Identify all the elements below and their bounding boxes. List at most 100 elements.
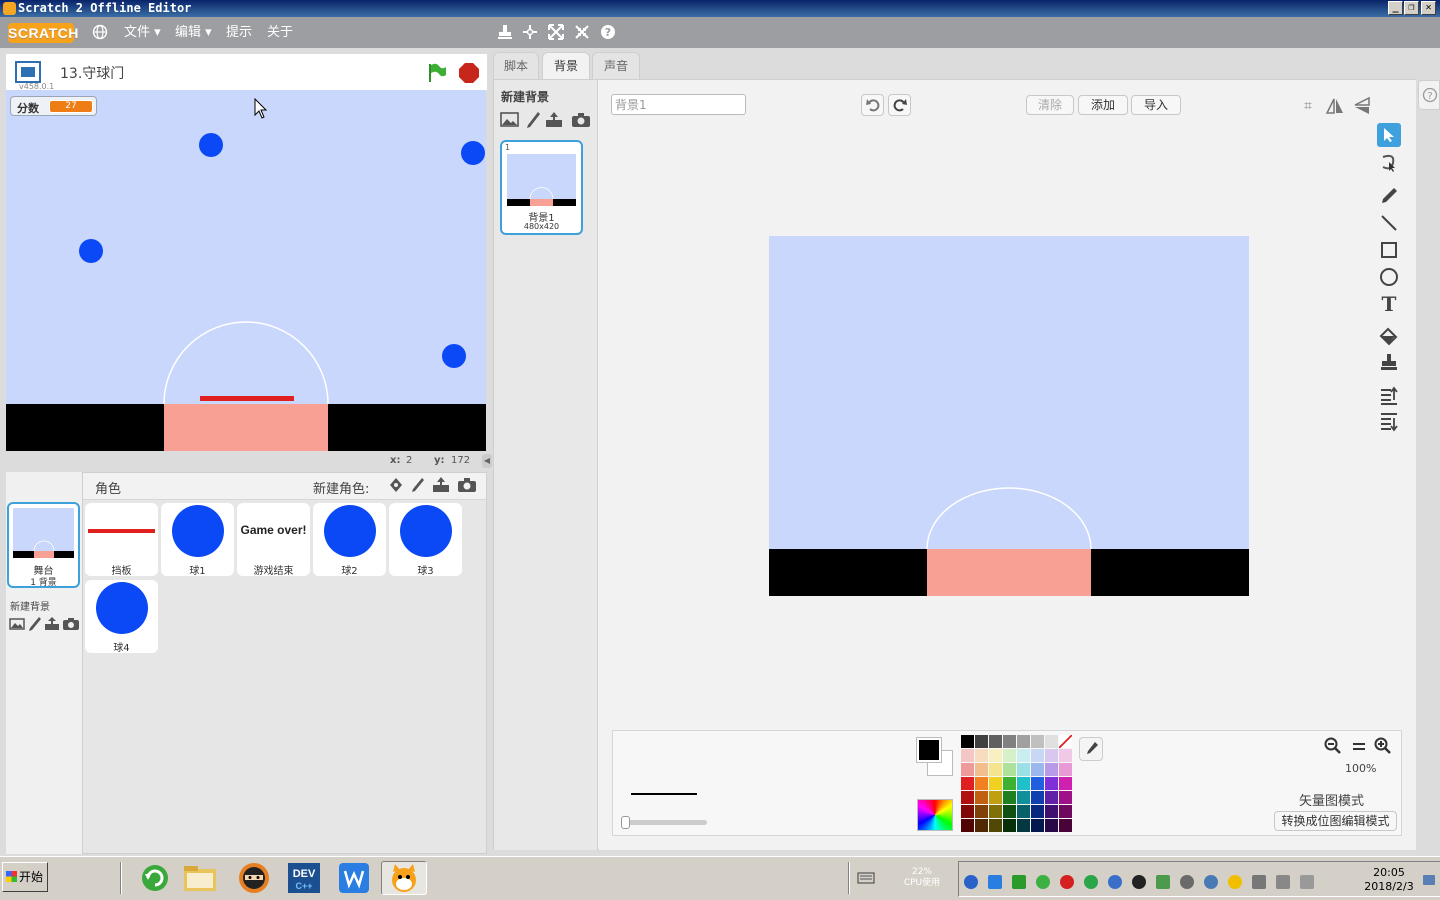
stroke-width-slider-thumb[interactable] xyxy=(621,816,630,829)
start-button[interactable]: 开始 xyxy=(2,862,48,892)
help-tab[interactable]: ? xyxy=(1418,80,1440,110)
camera-backdrop-icon[interactable] xyxy=(571,111,591,129)
upload-backdrop-icon[interactable] xyxy=(43,616,61,632)
reshape-tool-icon[interactable] xyxy=(1377,151,1401,175)
paint-canvas[interactable] xyxy=(769,236,1249,596)
palette-swatch[interactable] xyxy=(989,763,1002,776)
palette-swatch[interactable] xyxy=(1003,777,1016,790)
palette-swatch[interactable] xyxy=(961,735,974,748)
add-button[interactable]: 添加 xyxy=(1078,95,1128,115)
palette-swatch[interactable] xyxy=(961,805,974,818)
palette-swatch[interactable] xyxy=(961,791,974,804)
collapse-stage-icon[interactable]: ◀ xyxy=(482,454,492,468)
menu-file[interactable]: 文件 ▾ xyxy=(124,17,161,48)
palette-swatch[interactable] xyxy=(1003,749,1016,762)
zoom-reset-icon[interactable] xyxy=(1350,737,1368,755)
weather-tray-icon[interactable] xyxy=(1204,875,1218,889)
stage-thumbnail[interactable]: 舞台 1 背景 xyxy=(7,502,80,588)
palette-swatch[interactable] xyxy=(1045,805,1058,818)
choose-sprite-library-icon[interactable] xyxy=(387,476,405,494)
yellow-tray-icon[interactable] xyxy=(1228,875,1242,889)
keyboard-icon[interactable] xyxy=(857,871,875,885)
upload-sprite-icon[interactable] xyxy=(431,476,451,494)
volume-tray-icon[interactable] xyxy=(1300,875,1314,889)
undo-button[interactable] xyxy=(861,94,884,116)
palette-swatch[interactable] xyxy=(1003,735,1016,748)
sprite-card-ball-4[interactable]: 球4 xyxy=(85,580,158,654)
bring-forward-icon[interactable] xyxy=(1377,384,1401,408)
paint-new-backdrop-icon[interactable] xyxy=(27,616,43,632)
ellipse-tool-icon[interactable] xyxy=(1377,265,1401,289)
upload-backdrop-file-icon[interactable] xyxy=(544,111,564,129)
device-tray-icon[interactable] xyxy=(1276,875,1290,889)
crop-icon[interactable]: ⌗ xyxy=(1297,95,1319,117)
palette-swatch[interactable] xyxy=(1045,763,1058,776)
security-tray-icon[interactable] xyxy=(1156,875,1170,889)
menu-edit[interactable]: 编辑 ▾ xyxy=(175,17,212,48)
refresh-app-icon[interactable] xyxy=(135,861,177,895)
palette-swatch[interactable] xyxy=(1003,819,1016,832)
ninja-app-icon[interactable] xyxy=(234,861,276,895)
transparent-swatch[interactable] xyxy=(1059,735,1072,748)
dev-cpp-icon[interactable]: DEV C++ xyxy=(284,861,326,895)
sprite-card-paddle[interactable]: 挡板 xyxy=(85,503,158,577)
sprite-card-ball-1[interactable]: 球1 xyxy=(161,503,234,577)
minimize-button[interactable]: _ xyxy=(1388,1,1403,15)
paint-backdrop-icon[interactable] xyxy=(524,111,542,129)
palette-swatch[interactable] xyxy=(1031,735,1044,748)
redo-button[interactable] xyxy=(888,94,911,116)
duplicate-stamp-tool-icon[interactable] xyxy=(1377,350,1401,374)
clock[interactable]: 20:05 2018/2/3 xyxy=(1359,866,1419,894)
sprite-card-game-over[interactable]: Game over! 游戏结束 xyxy=(237,503,310,577)
palette-swatch[interactable] xyxy=(1031,805,1044,818)
palette-swatch[interactable] xyxy=(1059,763,1072,776)
palette-swatch[interactable] xyxy=(989,819,1002,832)
palette-swatch[interactable] xyxy=(1059,805,1072,818)
palette-swatch[interactable] xyxy=(961,763,974,776)
score-variable-monitor[interactable]: 分数 27 xyxy=(10,96,97,116)
palette-swatch[interactable] xyxy=(961,819,974,832)
palette-swatch[interactable] xyxy=(975,805,988,818)
stop-sign-icon[interactable] xyxy=(458,62,480,84)
palette-swatch[interactable] xyxy=(1017,735,1030,748)
menu-tips[interactable]: 提示 xyxy=(226,17,252,48)
stroke-width-slider[interactable] xyxy=(621,816,707,829)
scratch-logo[interactable]: SCRATCH xyxy=(8,23,78,43)
cube-tray-icon[interactable] xyxy=(988,875,1002,889)
presentation-mode-icon[interactable] xyxy=(14,60,42,84)
choose-backdrop-library-icon[interactable] xyxy=(9,616,25,632)
palette-swatch[interactable] xyxy=(1017,819,1030,832)
palette-swatch[interactable] xyxy=(961,749,974,762)
color-palette[interactable] xyxy=(961,735,1073,833)
tab-scripts[interactable]: 脚本 xyxy=(493,52,539,79)
flip-horizontal-icon[interactable] xyxy=(1324,95,1346,117)
browser-tray-icon[interactable] xyxy=(1084,875,1098,889)
send-backward-icon[interactable] xyxy=(1377,410,1401,434)
convert-to-bitmap-button[interactable]: 转换成位图编辑模式 xyxy=(1274,811,1397,831)
backdrop-thumbnail[interactable]: 1 背景1 480x420 xyxy=(500,140,583,235)
palette-swatch[interactable] xyxy=(1031,777,1044,790)
palette-swatch[interactable] xyxy=(975,763,988,776)
palette-swatch[interactable] xyxy=(1017,805,1030,818)
palette-swatch[interactable] xyxy=(1017,777,1030,790)
palette-swatch[interactable] xyxy=(1003,791,1016,804)
palette-swatch[interactable] xyxy=(975,791,988,804)
grow-icon[interactable] xyxy=(548,24,564,40)
project-name-field[interactable]: 13.守球门 xyxy=(60,63,124,83)
palette-swatch[interactable] xyxy=(1059,819,1072,832)
palette-swatch[interactable] xyxy=(1059,791,1072,804)
palette-swatch[interactable] xyxy=(1045,819,1058,832)
palette-swatch[interactable] xyxy=(1031,763,1044,776)
palette-swatch[interactable] xyxy=(975,749,988,762)
menu-about[interactable]: 关于 xyxy=(267,17,293,48)
palette-swatch[interactable] xyxy=(1059,777,1072,790)
select-tool-icon[interactable] xyxy=(1377,123,1401,147)
palette-swatch[interactable] xyxy=(989,749,1002,762)
palette-swatch[interactable] xyxy=(975,735,988,748)
delete-scissors-icon[interactable] xyxy=(522,24,538,40)
restore-button[interactable]: ❐ xyxy=(1404,1,1419,15)
users-tray-icon[interactable] xyxy=(1180,875,1194,889)
palette-swatch[interactable] xyxy=(961,777,974,790)
palette-swatch[interactable] xyxy=(989,777,1002,790)
import-button[interactable]: 导入 xyxy=(1131,95,1181,115)
